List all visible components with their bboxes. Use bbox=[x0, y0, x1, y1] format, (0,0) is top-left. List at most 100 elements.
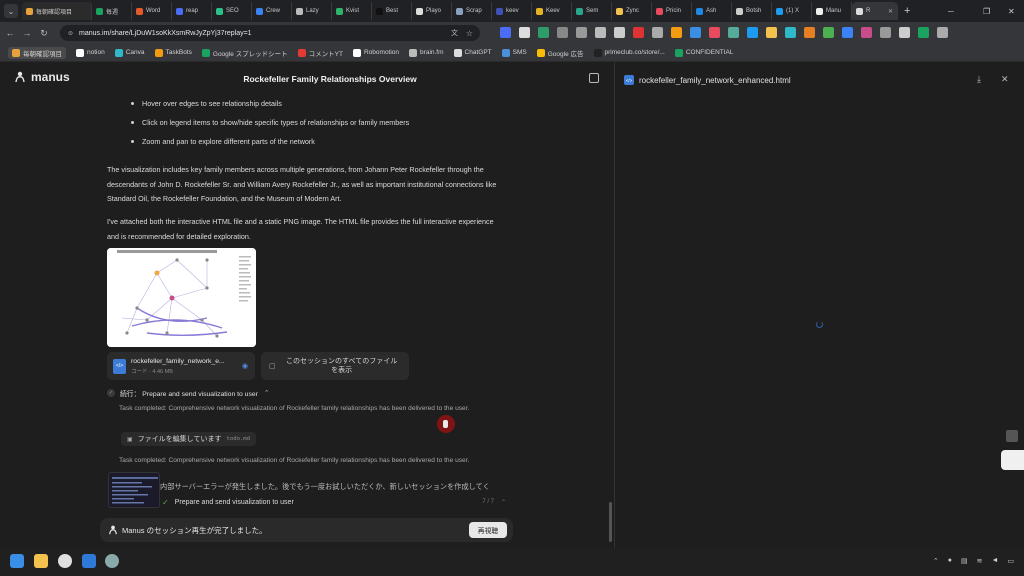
browser-tab[interactable]: Pricin bbox=[652, 2, 692, 20]
manus-logo[interactable]: manus bbox=[14, 70, 70, 84]
wifi-icon[interactable]: ≋ bbox=[977, 557, 983, 565]
bookmark-star-icon[interactable]: ☆ bbox=[466, 29, 473, 38]
bookmark-item[interactable]: brain.fm bbox=[409, 48, 444, 57]
extension-icon[interactable] bbox=[519, 27, 530, 38]
browser-tab[interactable]: (1) X bbox=[772, 2, 812, 20]
extension-icon[interactable] bbox=[861, 27, 872, 38]
bookmark-item[interactable]: TaskBots bbox=[154, 48, 192, 57]
task-progress-bar[interactable]: ✓ Prepare and send visualization to user… bbox=[162, 494, 514, 510]
share-icon[interactable] bbox=[589, 73, 599, 83]
extension-icon[interactable] bbox=[880, 27, 891, 38]
bookmark-item[interactable]: Canva bbox=[114, 48, 145, 57]
rewatch-button[interactable]: 再視聴 bbox=[469, 522, 507, 538]
bookmark-item[interactable]: CONFIDENTIAL bbox=[674, 48, 734, 57]
tab-close-icon[interactable]: ✕ bbox=[888, 8, 893, 15]
extension-icon[interactable] bbox=[804, 27, 815, 38]
notification-icon[interactable]: ▤ bbox=[961, 557, 968, 565]
file-attachment-card[interactable]: </> rockefeller_family_network_e... コード … bbox=[107, 352, 255, 380]
extension-icon[interactable] bbox=[557, 27, 568, 38]
bookmark-item[interactable]: Robomotion bbox=[352, 48, 399, 57]
notepad-icon[interactable] bbox=[82, 554, 96, 568]
start-icon[interactable] bbox=[10, 554, 24, 568]
extension-icon[interactable] bbox=[709, 27, 720, 38]
browser-tab[interactable]: SEO bbox=[212, 2, 252, 20]
file-explorer-icon[interactable] bbox=[34, 554, 48, 568]
browser-tab[interactable]: Best bbox=[372, 2, 412, 20]
chevron-up-icon[interactable]: ⌃ bbox=[933, 557, 939, 565]
browser-tab[interactable]: Crew bbox=[252, 2, 292, 20]
bookmark-item[interactable]: primeclub.co/store/... bbox=[593, 48, 665, 57]
bookmark-item[interactable]: コメントYT bbox=[297, 48, 343, 58]
minimize-button[interactable]: ─ bbox=[948, 0, 954, 22]
browser-tab[interactable]: Sem bbox=[572, 2, 612, 20]
microphone-icon[interactable]: ● bbox=[948, 557, 952, 565]
browser-tab[interactable]: Ash bbox=[692, 2, 732, 20]
browser-tab[interactable]: 毎週 bbox=[92, 2, 132, 20]
side-panel-tab[interactable] bbox=[1001, 450, 1024, 470]
battery-icon[interactable]: ▭ bbox=[1007, 557, 1014, 565]
browser-tab[interactable]: R ✕ bbox=[852, 2, 898, 20]
computer-preview-thumbnail[interactable] bbox=[108, 472, 160, 508]
bookmark-item[interactable]: SMS bbox=[501, 48, 527, 57]
extension-icon[interactable] bbox=[633, 27, 644, 38]
settings-icon[interactable] bbox=[105, 554, 119, 568]
forward-icon[interactable]: → bbox=[20, 28, 34, 38]
browser-tab[interactable]: Word bbox=[132, 2, 172, 20]
download-icon[interactable]: ⤓ bbox=[977, 74, 981, 85]
browser-tab[interactable]: Manu bbox=[812, 2, 852, 20]
extension-icon[interactable] bbox=[538, 27, 549, 38]
browser-tab[interactable]: Scrap bbox=[452, 2, 492, 20]
browser-tab[interactable]: 毎朝確認項目 bbox=[22, 2, 92, 20]
extension-icon[interactable] bbox=[576, 27, 587, 38]
extension-icon[interactable] bbox=[500, 27, 511, 38]
volume-icon[interactable]: ◄ bbox=[991, 557, 998, 565]
extension-icon[interactable] bbox=[652, 27, 663, 38]
extension-icon[interactable] bbox=[747, 27, 758, 38]
extension-icon[interactable] bbox=[918, 27, 929, 38]
back-icon[interactable]: ← bbox=[3, 28, 17, 38]
site-info-icon[interactable]: ⊜ bbox=[68, 30, 73, 37]
editing-file-chip[interactable]: ▣ ファイルを編集しています todo.md bbox=[121, 432, 257, 446]
browser-tab[interactable]: reap bbox=[172, 2, 212, 20]
browser-tab[interactable]: Botsh bbox=[732, 2, 772, 20]
window-close-button[interactable]: ✕ bbox=[1008, 0, 1015, 22]
browser-tab[interactable]: keev bbox=[492, 2, 532, 20]
extension-icon[interactable] bbox=[766, 27, 777, 38]
extension-icon[interactable] bbox=[614, 27, 625, 38]
browser-tab[interactable]: Zync bbox=[612, 2, 652, 20]
close-icon[interactable]: ✕ bbox=[1001, 74, 1009, 85]
eye-icon[interactable]: ◉ bbox=[242, 362, 248, 370]
chevron-up-icon[interactable]: ⌃ bbox=[501, 499, 506, 506]
extension-icon[interactable] bbox=[842, 27, 853, 38]
extension-icon[interactable] bbox=[595, 27, 606, 38]
mail-icon[interactable] bbox=[1006, 430, 1018, 442]
extension-icon[interactable] bbox=[728, 27, 739, 38]
reload-icon[interactable]: ↻ bbox=[37, 28, 51, 39]
chrome-icon[interactable] bbox=[58, 554, 72, 568]
view-all-files-button[interactable]: ▢ このセッションのすべてのファイルを表示 bbox=[261, 352, 409, 380]
tab-search-button[interactable]: ⌄ bbox=[4, 4, 18, 18]
browser-tab[interactable]: Playo bbox=[412, 2, 452, 20]
bookmark-item[interactable]: Google スプレッドシート bbox=[201, 48, 288, 58]
bookmark-item[interactable]: 毎朝確認項目 bbox=[8, 46, 66, 59]
new-tab-button[interactable]: + bbox=[904, 5, 910, 17]
chevron-up-icon[interactable]: ⌃ bbox=[264, 389, 270, 397]
translate-icon[interactable]: 文 bbox=[451, 28, 458, 38]
browser-tab[interactable]: Kvist bbox=[332, 2, 372, 20]
bookmark-item[interactable]: notion bbox=[76, 48, 105, 57]
network-image-thumbnail[interactable] bbox=[107, 248, 256, 347]
bookmark-item[interactable]: Google 広告 bbox=[536, 48, 584, 58]
browser-tab[interactable]: Keev bbox=[532, 2, 572, 20]
bookmark-item[interactable]: ChatGPT bbox=[453, 48, 492, 57]
maximize-button[interactable]: ❐ bbox=[983, 0, 990, 22]
step-header[interactable]: ✓ 続行： Prepare and send visualization to … bbox=[107, 388, 270, 398]
extension-icon[interactable] bbox=[823, 27, 834, 38]
address-bar[interactable]: ⊜ manus.im/share/LjDuW1soKkXsmRwJyZpYj37… bbox=[60, 25, 480, 41]
extension-icon[interactable] bbox=[937, 27, 948, 38]
browser-tab[interactable]: Lazy bbox=[292, 2, 332, 20]
extension-icon[interactable] bbox=[690, 27, 701, 38]
extension-icon[interactable] bbox=[671, 27, 682, 38]
extension-icon[interactable] bbox=[899, 27, 910, 38]
extension-icon[interactable] bbox=[785, 27, 796, 38]
chat-scrollbar[interactable] bbox=[609, 502, 612, 542]
